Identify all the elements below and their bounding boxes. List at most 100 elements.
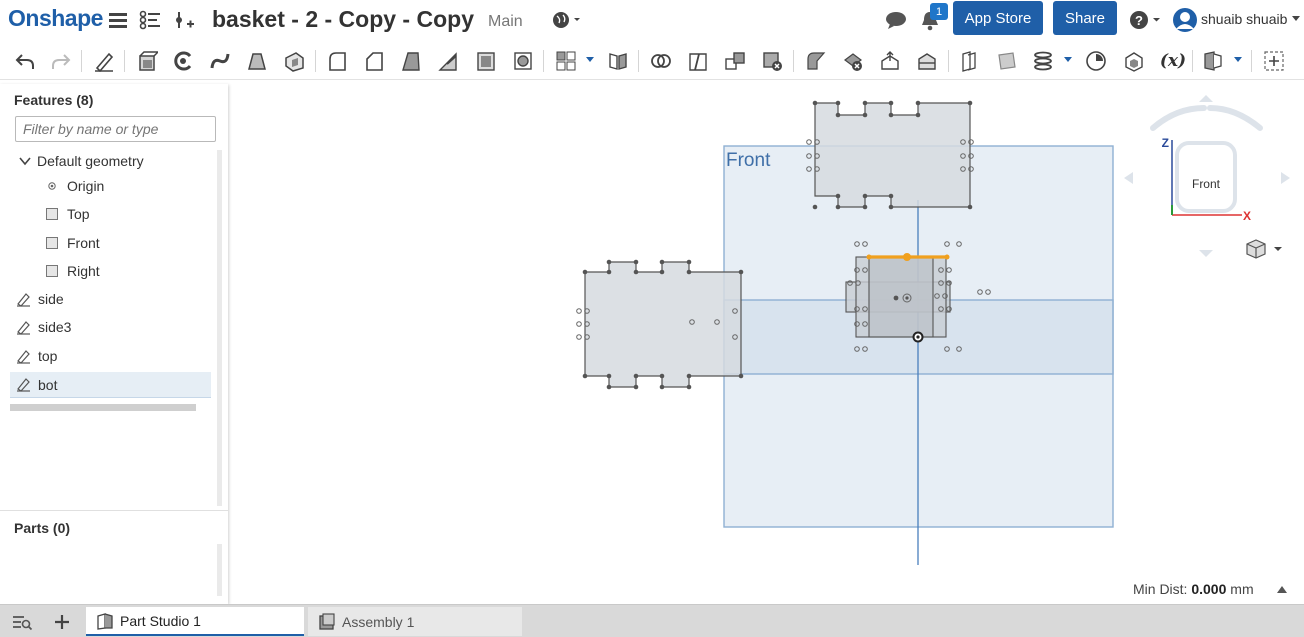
- configurations-icon[interactable]: [1201, 49, 1225, 73]
- insert-icon[interactable]: [172, 8, 196, 32]
- default-geometry-row[interactable]: Default geometry: [18, 148, 144, 174]
- sweep-icon[interactable]: [208, 49, 232, 73]
- tree-item-side[interactable]: side: [16, 286, 64, 312]
- transform-icon[interactable]: [723, 49, 747, 73]
- tree-item-top-sketch[interactable]: top: [16, 343, 57, 369]
- split-icon[interactable]: [686, 49, 710, 73]
- plane-icon: [45, 264, 59, 278]
- helix-dropdown-caret[interactable]: [1064, 57, 1072, 62]
- pattern-dropdown-caret[interactable]: [586, 57, 594, 62]
- tab-assembly-1[interactable]: Assembly 1: [308, 607, 522, 636]
- helix-icon[interactable]: [1031, 49, 1055, 73]
- document-title[interactable]: basket - 2 - Copy - Copy: [212, 6, 474, 33]
- tree-item-label: side3: [38, 319, 72, 335]
- derived-icon[interactable]: [1122, 49, 1146, 73]
- shell-icon[interactable]: [474, 49, 498, 73]
- tree-item-label: Right: [67, 263, 100, 279]
- user-icon[interactable]: [1171, 6, 1199, 34]
- tree-item-origin[interactable]: Origin: [45, 173, 104, 199]
- feature-list-horizontal-scrollbar[interactable]: [10, 404, 196, 411]
- extrude-icon[interactable]: [135, 49, 159, 73]
- hole-icon[interactable]: [511, 49, 535, 73]
- undo-icon[interactable]: [13, 49, 37, 73]
- sketch-side[interactable]: [576, 259, 744, 390]
- tree-item-label: Origin: [67, 178, 105, 194]
- share-button[interactable]: Share: [1053, 1, 1117, 35]
- tree-item-top[interactable]: Top: [45, 201, 90, 227]
- delete-face-icon[interactable]: [841, 49, 865, 73]
- expand-toolbar-icon[interactable]: [1262, 49, 1286, 73]
- graphics-viewport[interactable]: Front Front Z X: [228, 80, 1304, 604]
- tree-item-front[interactable]: Front: [45, 230, 100, 256]
- tree-item-bot[interactable]: bot: [10, 372, 211, 398]
- sketch-icon: [16, 320, 30, 335]
- tree-item-label: top: [38, 348, 58, 364]
- mate-connector-icon[interactable]: [1084, 49, 1108, 73]
- tree-item-right[interactable]: Right: [45, 258, 100, 284]
- app-store-button[interactable]: App Store: [953, 1, 1043, 35]
- tree-item-side3[interactable]: side3: [16, 314, 71, 340]
- branch-label[interactable]: Main: [488, 13, 523, 31]
- toolbar-divider: [124, 50, 125, 72]
- toolbar-divider: [1251, 50, 1252, 72]
- user-name[interactable]: shuaib shuaib: [1201, 11, 1287, 27]
- measure-panel-toggle[interactable]: [1277, 586, 1287, 593]
- help-icon[interactable]: ?: [1128, 8, 1162, 32]
- variable-icon[interactable]: (x): [1159, 49, 1187, 73]
- mirror-icon[interactable]: [606, 49, 630, 73]
- draft-icon[interactable]: [399, 49, 423, 73]
- delete-part-icon[interactable]: [760, 49, 784, 73]
- fillet-icon[interactable]: [325, 49, 349, 73]
- tree-item-label: side: [38, 291, 64, 307]
- assembly-icon: [318, 612, 336, 631]
- user-menu-caret[interactable]: [1292, 16, 1300, 21]
- plane-icon: [45, 207, 59, 221]
- revolve-icon[interactable]: [171, 49, 195, 73]
- parts-title[interactable]: Parts (0): [14, 520, 70, 536]
- rib-icon[interactable]: [436, 49, 460, 73]
- feature-filter-input[interactable]: [15, 116, 216, 142]
- pattern-icon[interactable]: [554, 49, 578, 73]
- boolean-icon[interactable]: [649, 49, 673, 73]
- feature-list-icon[interactable]: [138, 8, 162, 32]
- tab-part-studio-1[interactable]: Part Studio 1: [86, 607, 304, 636]
- plane-icon[interactable]: [995, 49, 1019, 73]
- offset-surface-icon[interactable]: [957, 49, 981, 73]
- axis-z-label: Z: [1162, 136, 1169, 150]
- parts-list-scrollbar[interactable]: [217, 544, 222, 596]
- loft-icon[interactable]: [245, 49, 269, 73]
- sketch-top[interactable]: [806, 100, 974, 210]
- move-face-icon[interactable]: [878, 49, 902, 73]
- view-options-icon[interactable]: [1246, 239, 1282, 259]
- sketch-icon[interactable]: [92, 49, 116, 73]
- min-dist-unit: mm: [1230, 581, 1254, 597]
- panel-divider: [0, 510, 228, 511]
- globe-icon[interactable]: [549, 8, 583, 32]
- notification-badge: 1: [930, 3, 948, 20]
- tab-manager-icon[interactable]: [8, 609, 36, 635]
- chamfer-icon[interactable]: [362, 49, 386, 73]
- document-header: Onshape basket - 2 - Copy - Copy Main 1 …: [0, 0, 1304, 40]
- modify-fillet-icon[interactable]: [804, 49, 828, 73]
- onshape-logo[interactable]: Onshape: [8, 5, 103, 32]
- redo-icon[interactable]: [49, 49, 73, 73]
- origin-icon: [45, 179, 59, 193]
- sketch-icon: [16, 292, 30, 307]
- chevron-down-icon[interactable]: [18, 154, 32, 168]
- chat-icon[interactable]: [884, 8, 908, 32]
- tree-item-label: Top: [67, 206, 90, 222]
- min-dist-value: 0.000: [1191, 581, 1227, 597]
- onshape-app: Onshape basket - 2 - Copy - Copy Main 1 …: [0, 0, 1304, 637]
- configurations-dropdown-caret[interactable]: [1234, 57, 1242, 62]
- toolbar-divider: [81, 50, 82, 72]
- default-geometry-label: Default geometry: [37, 153, 144, 169]
- menu-icon[interactable]: [106, 8, 130, 32]
- sketch-icon: [16, 378, 30, 392]
- sketch-canvas[interactable]: Front Front Z X: [228, 80, 1304, 604]
- feature-list-vertical-scrollbar[interactable]: [217, 150, 222, 506]
- tree-item-label: Front: [67, 235, 100, 251]
- view-cube[interactable]: Front Z X: [1124, 95, 1290, 257]
- add-tab-icon[interactable]: [48, 609, 76, 635]
- replace-face-icon[interactable]: [915, 49, 939, 73]
- thicken-icon[interactable]: [282, 49, 306, 73]
